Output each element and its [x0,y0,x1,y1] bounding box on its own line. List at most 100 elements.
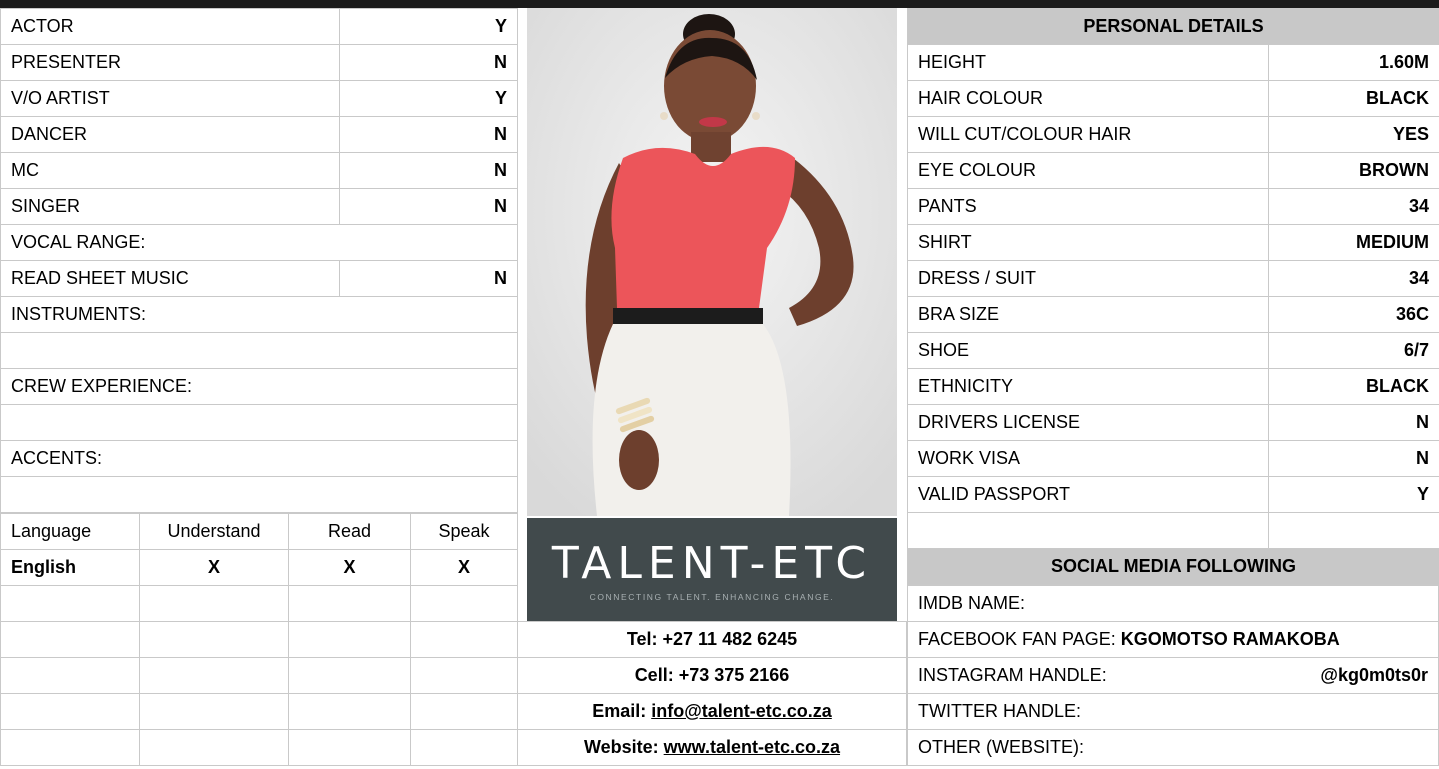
skill-label: ACTOR [0,8,340,45]
skill-row: MC N [0,152,518,189]
detail-row: VALID PASSPORT Y [907,476,1439,513]
instagram-label: INSTAGRAM HANDLE: [918,665,1107,685]
detail-row: BRA SIZE 36C [907,296,1439,333]
detail-row: DRIVERS LICENSE N [907,404,1439,441]
skills-table: ACTOR Y PRESENTER N V/O ARTIST Y DANCER N MC… [0,8,518,513]
detail-row: SHOE 6/7 [907,332,1439,369]
instruments-value [0,332,518,369]
detail-value: BLACK [1267,368,1439,405]
language-row [0,657,518,694]
details-panel: PERSONAL DETAILS HEIGHT 1.60M HAIR COLOUR… [906,8,1439,766]
detail-label: PANTS [907,188,1269,225]
skill-row: SINGER N [0,188,518,225]
website-row: Website: www.talent-etc.co.za [517,729,907,766]
detail-label: BRA SIZE [907,296,1269,333]
company-logo: TALENT-ETC CONNECTING TALENT. ENHANCING … [527,518,897,621]
skill-row: ACTOR Y [0,8,518,45]
skill-label: V/O ARTIST [0,80,340,117]
detail-row: ETHNICITY BLACK [907,368,1439,405]
email-label: Email: [592,701,652,721]
contacts-table: Tel: +27 11 482 6245 Cell: +73 375 2166 … [517,621,907,766]
email-link[interactable]: info@talent-etc.co.za [651,701,832,721]
skills-panel: ACTOR Y PRESENTER N V/O ARTIST Y DANCER N MC… [0,8,518,766]
skill-label: PRESENTER [0,44,340,81]
understand-mark: X [139,549,289,586]
skill-value: N [339,116,518,153]
crew-experience-value [0,404,518,441]
detail-row: PANTS 34 [907,188,1439,225]
understand-header: Understand [139,513,289,550]
crew-experience-label: CREW EXPERIENCE: [0,368,518,405]
detail-value: 34 [1267,188,1439,225]
skill-row: PRESENTER N [0,44,518,81]
detail-row: HAIR COLOUR BLACK [907,80,1439,117]
language-row [0,693,518,730]
personal-details-title: PERSONAL DETAILS [906,8,1439,45]
detail-row: EYE COLOUR BROWN [907,152,1439,189]
language-name: English [0,549,140,586]
skill-value: Y [339,8,518,45]
detail-value: BLACK [1267,80,1439,117]
detail-label: DRESS / SUIT [907,260,1269,297]
person-illustration [527,8,897,516]
detail-label: HEIGHT [907,44,1269,81]
other-website-label: OTHER (WEBSITE): [907,729,1439,766]
brand-name: TALENT-ETC [551,538,873,589]
skill-label: DANCER [0,116,340,153]
detail-value: 34 [1267,260,1439,297]
read-sheet-music-label: READ SHEET MUSIC [0,260,340,297]
skill-label: MC [0,152,340,189]
top-border [0,0,1439,8]
detail-value: 6/7 [1267,332,1439,369]
detail-label: DRIVERS LICENSE [907,404,1269,441]
cell: Cell: +73 375 2166 [517,657,907,694]
skill-value: N [339,152,518,189]
accents-label: ACCENTS: [0,440,518,477]
profile-photo [527,8,897,516]
read-sheet-music-value: N [339,260,518,297]
detail-value: 36C [1267,296,1439,333]
detail-value: N [1267,440,1439,477]
instagram-value: @kg0m0ts0r [1320,665,1428,685]
website-link[interactable]: www.talent-etc.co.za [664,737,840,757]
detail-label: EYE COLOUR [907,152,1269,189]
instagram-row: INSTAGRAM HANDLE: @kg0m0ts0r [907,657,1439,694]
read-mark: X [288,549,411,586]
skill-row: DANCER N [0,116,518,153]
languages-header-row: Language Understand Read Speak [0,513,518,550]
detail-label: ETHNICITY [907,368,1269,405]
detail-label: SHIRT [907,224,1269,261]
detail-label: VALID PASSPORT [907,476,1269,513]
personal-details-table: PERSONAL DETAILS HEIGHT 1.60M HAIR COLOUR… [906,8,1439,585]
facebook-label: FACEBOOK FAN PAGE: [918,629,1121,649]
skill-label: SINGER [0,188,340,225]
detail-label: WILL CUT/COLOUR HAIR [907,116,1269,153]
detail-row: DRESS / SUIT 34 [907,260,1439,297]
language-row [0,621,518,658]
imdb-label: IMDB NAME: [907,585,1439,622]
read-header: Read [288,513,411,550]
detail-value: BROWN [1267,152,1439,189]
blank-row [907,512,1439,549]
facebook-row: FACEBOOK FAN PAGE: KGOMOTSO RAMAKOBA [907,621,1439,658]
detail-label: HAIR COLOUR [907,80,1269,117]
website-label: Website: [583,737,664,757]
facebook-value: KGOMOTSO RAMAKOBA [1120,629,1340,649]
speak-mark: X [410,549,518,586]
social-media-table: IMDB NAME: FACEBOOK FAN PAGE: KGOMOTSO R… [907,585,1439,766]
tel: Tel: +27 11 482 6245 [517,621,907,658]
brand-tagline: CONNECTING TALENT. ENHANCING CHANGE. [589,592,835,602]
instruments-label: INSTRUMENTS: [0,296,518,333]
detail-row: HEIGHT 1.60M [907,44,1439,81]
email-row: Email: info@talent-etc.co.za [517,693,907,730]
detail-value: N [1267,404,1439,441]
detail-row: WILL CUT/COLOUR HAIR YES [907,116,1439,153]
detail-value: 1.60M [1267,44,1439,81]
detail-label: WORK VISA [907,440,1269,477]
detail-value: Y [1267,476,1439,513]
languages-table: Language Understand Read Speak English X… [0,513,518,766]
skill-value: N [339,44,518,81]
social-media-title: SOCIAL MEDIA FOLLOWING [906,548,1439,585]
detail-row: WORK VISA N [907,440,1439,477]
skill-row: V/O ARTIST Y [0,80,518,117]
